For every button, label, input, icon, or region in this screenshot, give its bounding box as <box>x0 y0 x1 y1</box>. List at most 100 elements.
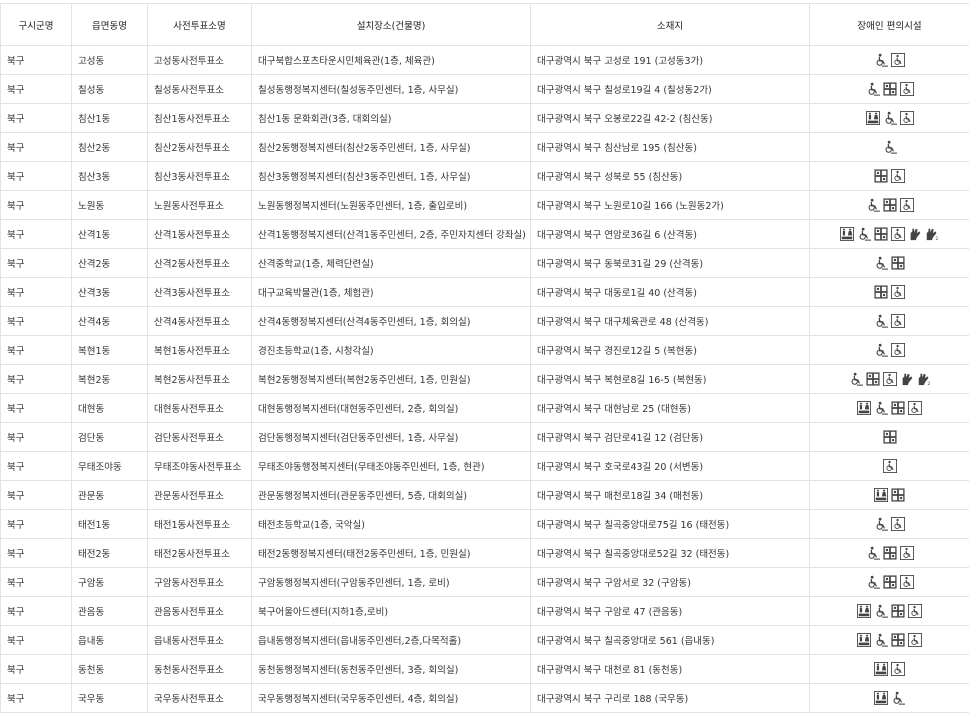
cell-booth: 침산1동사전투표소 <box>147 103 252 133</box>
wheelchair-ramp-icon <box>866 546 880 560</box>
cell-address: 대구광역시 북구 대현남로 25 (대현동) <box>530 393 810 423</box>
cell-dong: 관문동 <box>71 480 148 510</box>
elevator-icon <box>891 488 905 502</box>
cell-facilities <box>809 422 969 452</box>
table-row: 북구 관문동 관문동사전투표소 관문동행정복지센터(관문동주민센터, 5층, 대회의실… <box>0 480 969 510</box>
cell-address: 대구광역시 북구 칠곡중앙대로75길 16 (태전동) <box>530 509 810 539</box>
table-row: 북구 검단동 검단동사전투표소 검단동행정복지센터(검단동주민센터, 1층, 사무실)… <box>0 422 969 452</box>
wheelchair-sign-icon <box>899 198 914 212</box>
wheelchair-ramp-icon <box>874 633 888 647</box>
hand-support-2-icon: 2 <box>917 372 931 386</box>
wheelchair-ramp-icon <box>874 343 888 357</box>
restroom-icon <box>874 488 888 502</box>
cell-district: 북구 <box>0 364 72 394</box>
wheelchair-ramp-icon <box>857 227 871 241</box>
cell-district: 북구 <box>0 393 72 423</box>
cell-facilities <box>809 654 969 684</box>
cell-facilities <box>809 509 969 539</box>
cell-district: 북구 <box>0 132 72 162</box>
cell-booth: 구암동사전투표소 <box>147 567 252 597</box>
wheelchair-sign-icon <box>891 285 905 299</box>
hand-support-icon <box>900 372 914 386</box>
cell-place: 산격중학교(1층, 체력단련실) <box>251 248 531 278</box>
cell-address: 대구광역시 북구 연암로36길 6 (산격동) <box>530 219 810 249</box>
cell-booth: 대현동사전투표소 <box>147 393 252 423</box>
cell-address: 대구광역시 북구 성북로 55 (침산동) <box>530 161 810 191</box>
cell-district: 북구 <box>0 654 72 684</box>
cell-address: 대구광역시 북구 칠곡중앙대로 561 (읍내동) <box>530 625 810 655</box>
cell-district: 북구 <box>0 596 72 626</box>
table-row: 북구 태전2동 태전2동사전투표소 태전2동행정복지센터(태전2동주민센터, 1층, … <box>0 538 969 568</box>
cell-facilities <box>809 683 969 713</box>
cell-dong: 관음동 <box>71 596 148 626</box>
wheelchair-sign-icon <box>908 633 922 647</box>
cell-booth: 침산3동사전투표소 <box>147 161 252 191</box>
cell-place: 관문동행정복지센터(관문동주민센터, 5층, 대회의실) <box>251 480 531 510</box>
cell-dong: 노원동 <box>71 190 148 220</box>
wheelchair-sign-icon <box>908 401 922 415</box>
hand-support-icon <box>908 227 922 241</box>
wheelchair-ramp-icon <box>883 140 897 154</box>
cell-dong: 산격2동 <box>71 248 148 278</box>
cell-place: 구암동행정복지센터(구암동주민센터, 1층, 로비) <box>251 567 531 597</box>
wheelchair-sign-icon <box>899 575 914 589</box>
table-body: 북구 고성동 고성동사전투표소 대구북합스포츠타운시민체육관(1층, 체육관) 대구광역… <box>0 45 969 713</box>
cell-address: 대구광역시 북구 노원로10길 166 (노원동2가) <box>530 190 810 220</box>
cell-district: 북구 <box>0 161 72 191</box>
wheelchair-sign-icon <box>891 517 905 531</box>
cell-place: 대현동행정복지센터(대현동주민센터, 2층, 회의실) <box>251 393 531 423</box>
cell-place: 칠성동행정복지센터(칠성동주민센터, 1층, 사무실) <box>251 74 531 104</box>
hand-support-2-icon: 2 <box>925 227 939 241</box>
cell-address: 대구광역시 북구 검단로41길 12 (검단동) <box>530 422 810 452</box>
cell-place: 노원동행정복지센터(노원동주민센터, 1층, 출입로비) <box>251 190 531 220</box>
cell-booth: 산격1동사전투표소 <box>147 219 252 249</box>
cell-address: 대구광역시 북구 동북로31길 29 (산격동) <box>530 248 810 278</box>
cell-facilities <box>809 306 969 336</box>
cell-booth: 태전1동사전투표소 <box>147 509 252 539</box>
cell-booth: 무태조야동사전투표소 <box>147 451 252 481</box>
wheelchair-ramp-icon <box>874 53 888 67</box>
restroom-icon <box>874 691 888 705</box>
cell-dong: 검단동 <box>71 422 148 452</box>
table-row: 북구 칠성동 칠성동사전투표소 칠성동행정복지센터(칠성동주민센터, 1층, 사무실)… <box>0 74 969 104</box>
header-facilities: 장애인 편의시설 <box>809 3 969 46</box>
cell-dong: 침산2동 <box>71 132 148 162</box>
wheelchair-sign-icon <box>899 82 914 96</box>
table-row: 북구 동천동 동천동사전투표소 동천동행정복지센터(동천동주민센터, 3층, 회의실)… <box>0 654 969 684</box>
cell-facilities <box>809 393 969 423</box>
cell-booth: 관문동사전투표소 <box>147 480 252 510</box>
table-row: 북구 구암동 구암동사전투표소 구암동행정복지센터(구암동주민센터, 1층, 로비) 대… <box>0 567 969 597</box>
table-row: 북구 산격3동 산격3동사전투표소 대구교육박물관(1층, 체험관) 대구광역시 북구 … <box>0 277 969 307</box>
elevator-icon <box>874 285 888 299</box>
cell-facilities <box>809 103 969 133</box>
table-row: 북구 노원동 노원동사전투표소 노원동행정복지센터(노원동주민센터, 1층, 출입로비… <box>0 190 969 220</box>
wheelchair-sign-icon <box>882 372 897 386</box>
wheelchair-sign-icon <box>899 111 914 125</box>
elevator-icon <box>882 82 897 96</box>
elevator-icon <box>874 169 888 183</box>
cell-dong: 고성동 <box>71 45 148 75</box>
cell-place: 국우동행정복지센터(국우동주민센터, 4층, 회의실) <box>251 683 531 713</box>
svg-text:2: 2 <box>927 381 930 386</box>
cell-district: 북구 <box>0 538 72 568</box>
cell-district: 북구 <box>0 103 72 133</box>
cell-booth: 국우동사전투표소 <box>147 683 252 713</box>
cell-booth: 산격3동사전투표소 <box>147 277 252 307</box>
cell-dong: 산격3동 <box>71 277 148 307</box>
cell-place: 태전초등학교(1층, 국악실) <box>251 509 531 539</box>
wheelchair-sign-icon <box>891 662 905 676</box>
cell-place: 대구교육박물관(1층, 체험관) <box>251 277 531 307</box>
elevator-icon <box>874 227 888 241</box>
header-dong: 읍면동명 <box>71 3 148 46</box>
cell-address: 대구광역시 북구 고성로 191 (고성동3가) <box>530 45 810 75</box>
wheelchair-sign-icon <box>891 53 905 67</box>
cell-dong: 침산3동 <box>71 161 148 191</box>
cell-booth: 산격2동사전투표소 <box>147 248 252 278</box>
cell-place: 읍내동행정복지센터(읍내동주민센터,2층,다목적홀) <box>251 625 531 655</box>
cell-facilities <box>809 45 969 75</box>
elevator-icon <box>891 633 905 647</box>
table-row: 북구 복현1동 복현1동사전투표소 경진초등학교(1층, 시청각실) 대구광역시 북구 … <box>0 335 969 365</box>
wheelchair-ramp-icon <box>874 517 888 531</box>
table-row: 북구 읍내동 읍내동사전투표소 읍내동행정복지센터(읍내동주민센터,2층,다목적홀) 대… <box>0 625 969 655</box>
wheelchair-sign-icon <box>908 604 922 618</box>
